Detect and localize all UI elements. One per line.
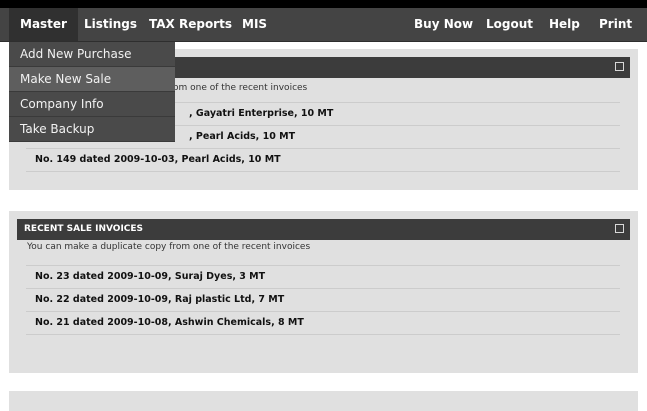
list-item[interactable]: No. 149 dated 2009-10-03, Pearl Acids, 1… xyxy=(26,148,620,172)
menu-item-company-info[interactable]: Company Info xyxy=(9,92,175,117)
sale-invoice-list: No. 23 dated 2009-10-09, Suraj Dyes, 3 M… xyxy=(26,265,620,335)
nav-help[interactable]: Help xyxy=(549,8,580,41)
menu-item-make-new-sale[interactable]: Make New Sale xyxy=(9,67,175,92)
collapse-icon[interactable] xyxy=(615,224,624,233)
nav-master[interactable]: Master xyxy=(9,8,78,41)
nav-tax-reports[interactable]: TAX Reports xyxy=(149,8,232,41)
sale-panel-header: RECENT SALE INVOICES xyxy=(17,219,630,240)
third-panel xyxy=(9,391,638,411)
sale-panel-title: RECENT SALE INVOICES xyxy=(24,224,144,234)
menu-item-take-backup[interactable]: Take Backup xyxy=(9,117,175,142)
list-item[interactable]: No. 21 dated 2009-10-08, Ashwin Chemical… xyxy=(26,311,620,335)
sale-panel-subtitle: You can make a duplicate copy from one o… xyxy=(27,242,311,252)
list-item[interactable]: No. 23 dated 2009-10-09, Suraj Dyes, 3 M… xyxy=(26,265,620,288)
top-border xyxy=(0,0,647,8)
main-navbar: Master Listings TAX Reports MIS Buy Now … xyxy=(0,8,647,42)
recent-sale-panel: RECENT SALE INVOICES You can make a dupl… xyxy=(9,211,638,373)
menu-item-add-new-purchase[interactable]: Add New Purchase xyxy=(9,42,175,67)
nav-print[interactable]: Print xyxy=(599,8,632,41)
nav-logout[interactable]: Logout xyxy=(486,8,533,41)
collapse-icon[interactable] xyxy=(615,62,624,71)
nav-listings[interactable]: Listings xyxy=(84,8,137,41)
master-dropdown-menu: Add New Purchase Make New Sale Company I… xyxy=(9,42,175,142)
purchase-panel-subtitle: om one of the recent invoices xyxy=(173,83,308,93)
nav-mis[interactable]: MIS xyxy=(242,8,267,41)
nav-buy-now[interactable]: Buy Now xyxy=(414,8,473,41)
list-item[interactable]: No. 22 dated 2009-10-09, Raj plastic Ltd… xyxy=(26,288,620,311)
